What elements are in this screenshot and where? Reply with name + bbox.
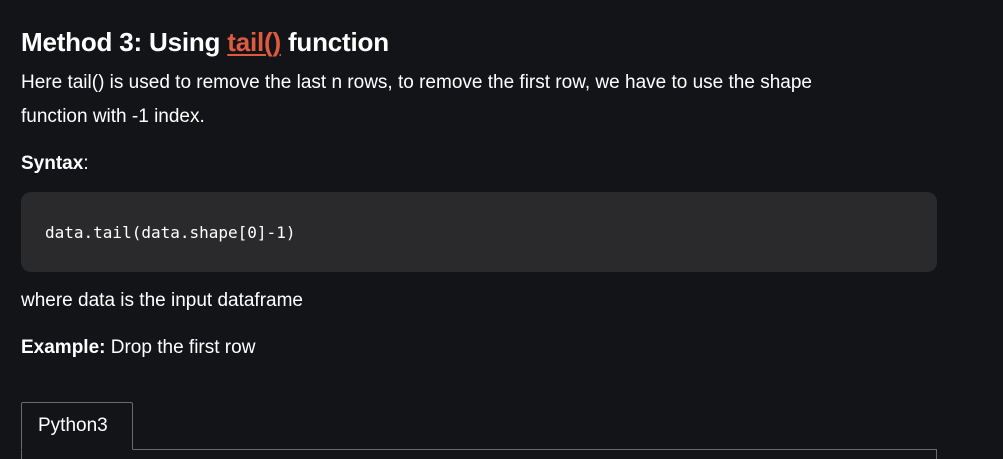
syntax-label-bold: Syntax xyxy=(21,153,84,174)
syntax-colon: : xyxy=(83,153,89,174)
tail-function-link[interactable]: tail() xyxy=(227,27,281,57)
code-tab-panel xyxy=(21,449,937,459)
syntax-label: Syntax: xyxy=(21,147,89,181)
tab-python3[interactable]: Python3 xyxy=(21,402,133,450)
intro-line-2: function with -1 index. xyxy=(21,106,205,127)
intro-paragraph: Here tail() is used to remove the last n… xyxy=(21,66,812,134)
heading-suffix: function xyxy=(280,27,389,57)
section-heading: Method 3: Using tail() function xyxy=(21,26,389,58)
code-block[interactable]: data.tail(data.shape[0]-1) xyxy=(21,192,937,272)
example-text: Drop the first row xyxy=(105,337,256,358)
where-paragraph: where data is the input dataframe xyxy=(21,290,304,311)
example-paragraph: Example: Drop the first row xyxy=(21,331,255,365)
code-text[interactable]: data.tail(data.shape[0]-1) xyxy=(45,223,295,242)
heading-prefix: Method 3: Using xyxy=(21,27,228,57)
intro-line-1: Here tail() is used to remove the last n… xyxy=(21,72,812,93)
example-label: Example: xyxy=(21,337,106,358)
